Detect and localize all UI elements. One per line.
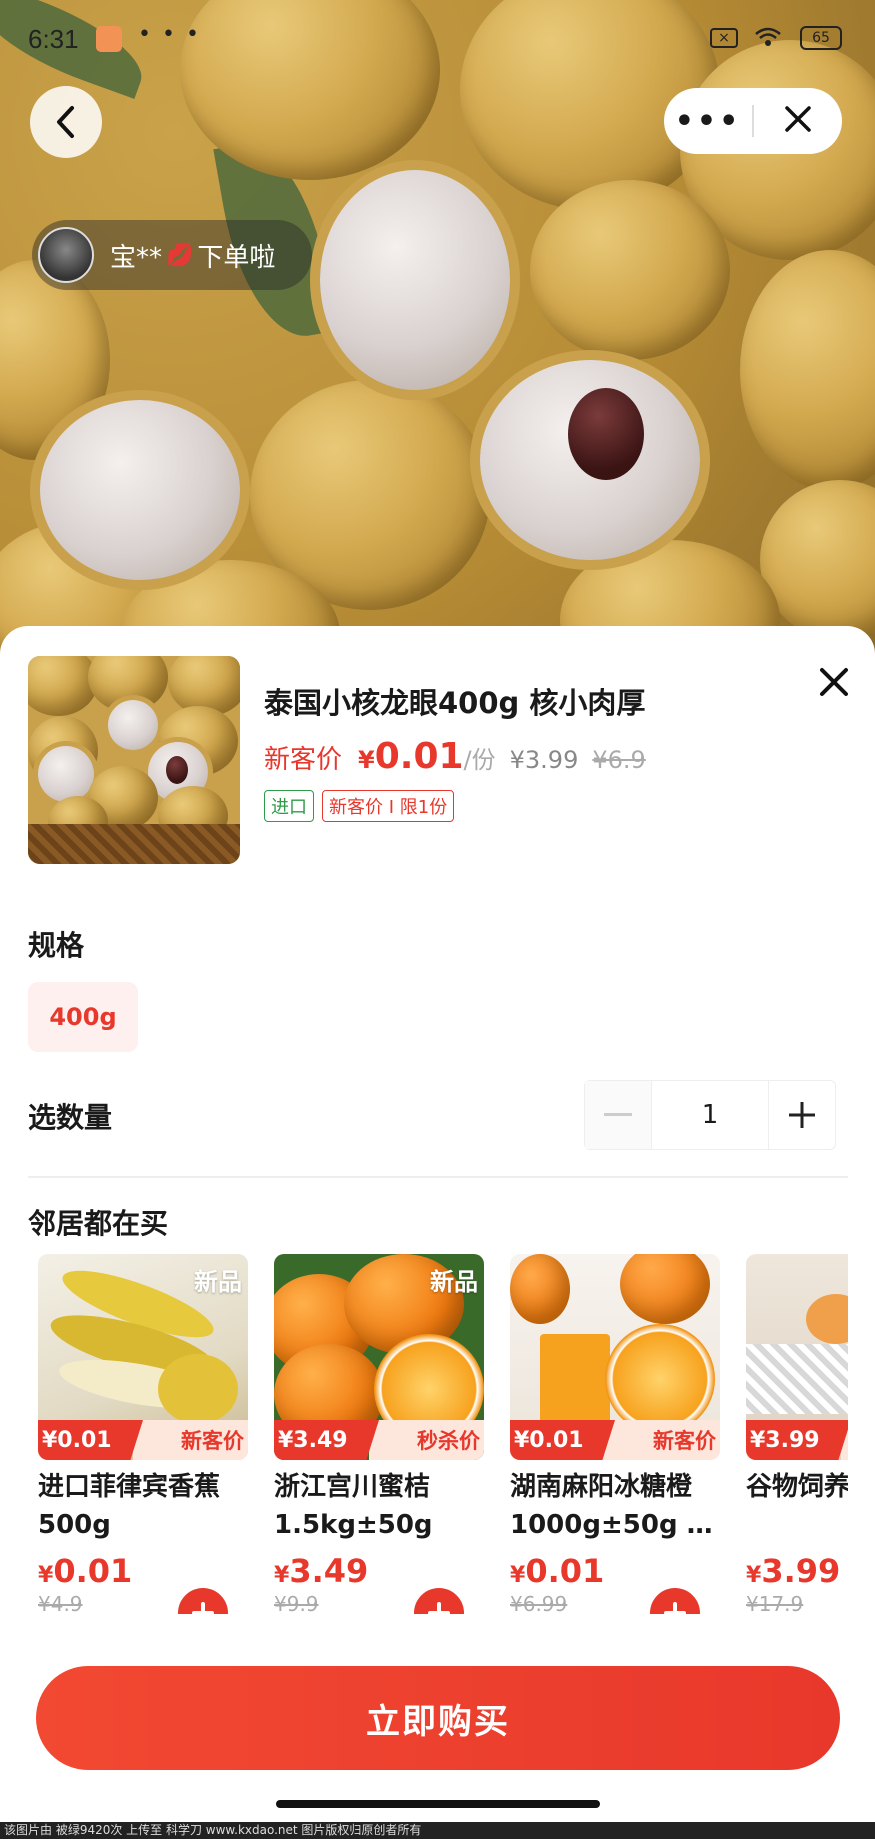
product-old-price: ¥17.9 [746, 1592, 804, 1614]
regular-price: ¥3.99 [509, 746, 579, 774]
new-badge: 新品 [194, 1268, 242, 1296]
notice-user: 宝** [110, 242, 163, 273]
currency-symbol: ¥ [358, 746, 375, 774]
product-thumbnail [28, 656, 240, 864]
product-image: 新品 ¥0.01 新客价 [38, 1254, 248, 1460]
product-name: 进口菲律宾香蕉500g [38, 1472, 221, 1540]
recommend-card[interactable]: ¥3.99 谷物饲养10枚/盒 ¥3.99 ¥17.9 [746, 1254, 848, 1614]
product-image: ¥3.99 [746, 1254, 848, 1460]
mini-program-capsule: ••• [664, 88, 842, 154]
recommend-card[interactable]: ¥0.01 新客价 湖南麻阳冰糖橙1000g±50g … ¥0.01 ¥6.99 [510, 1254, 720, 1614]
avatar [38, 227, 94, 283]
strip-label: 新客价 [605, 1420, 720, 1460]
tag-new-customer-limit: 新客价 I 限1份 [322, 790, 455, 822]
status-bar: 6:31 • • • × 65 [0, 0, 875, 76]
new-badge: 新品 [430, 1268, 478, 1296]
strip-price: ¥3.49 [274, 1420, 379, 1460]
strip-label: 新客价 [133, 1420, 248, 1460]
notice-action: 下单啦 [197, 242, 276, 273]
more-notifications-icon: • • • [138, 22, 201, 47]
chevron-left-icon [57, 106, 74, 138]
decrease-quantity-button[interactable] [585, 1081, 651, 1149]
spec-option-400g[interactable]: 400g [28, 982, 138, 1052]
price-row: 新客价 ¥ 0.01 /份 ¥3.99 ¥6.9 [264, 736, 646, 777]
recommend-card[interactable]: 新品 ¥3.49 秒杀价 浙江宫川蜜桔1.5kg±50g ¥3.49 ¥9.9 [274, 1254, 484, 1614]
product-name: 谷物饲养10枚/盒 [746, 1472, 848, 1502]
close-mini-program-button[interactable] [754, 105, 842, 137]
app-notification-icon [96, 26, 122, 52]
new-customer-price-label: 新客价 [264, 745, 343, 775]
price-unit: /份 [463, 746, 496, 774]
quantity-value[interactable]: 1 [651, 1081, 769, 1149]
back-button[interactable] [30, 86, 102, 158]
tag-import: 进口 [264, 790, 314, 822]
plus-icon [192, 1602, 214, 1614]
wifi-icon [755, 27, 781, 46]
sheet-close-icon[interactable] [814, 662, 854, 702]
strip-price: ¥0.01 [510, 1420, 615, 1460]
increase-quantity-button[interactable] [769, 1081, 835, 1149]
plus-icon [789, 1102, 815, 1128]
close-icon [785, 106, 811, 132]
spec-label: 规格 [28, 929, 85, 962]
product-image: ¥0.01 新客价 [510, 1254, 720, 1460]
battery-indicator: 65 [800, 26, 842, 50]
product-price: ¥0.01 [510, 1552, 605, 1590]
plus-icon [428, 1602, 450, 1614]
recommend-list: 新品 ¥0.01 新客价 进口菲律宾香蕉500g ¥0.01 ¥4.9 新品 ¥… [38, 1254, 848, 1614]
status-time: 6:31 [28, 24, 79, 54]
product-name: 湖南麻阳冰糖橙1000g±50g … [510, 1472, 713, 1540]
strip-price: ¥0.01 [38, 1420, 143, 1460]
sim-icon: × [710, 28, 738, 48]
product-price: ¥3.49 [274, 1552, 369, 1590]
product-price: ¥3.99 [746, 1552, 841, 1590]
recommend-card[interactable]: 新品 ¥0.01 新客价 进口菲律宾香蕉500g ¥0.01 ¥4.9 [38, 1254, 248, 1614]
quantity-label: 选数量 [28, 1101, 113, 1134]
strip-label: 秒杀价 [369, 1420, 484, 1460]
product-name: 浙江宫川蜜桔1.5kg±50g [274, 1472, 433, 1540]
recommend-label: 邻居都在买 [28, 1207, 169, 1240]
kiss-lips-icon: 💋 [166, 242, 194, 268]
current-price: 0.01 [374, 736, 464, 777]
product-image: 新品 ¥3.49 秒杀价 [274, 1254, 484, 1460]
product-title: 泰国小核龙眼400g 核小肉厚 [264, 686, 646, 720]
watermark-footer: 该图片由 被绿9420次 上传至 科学刀 www.kxdao.net 图片版权归… [0, 1822, 875, 1839]
product-price: ¥0.01 [38, 1552, 133, 1590]
order-notice-banner: 宝** 💋 下单啦 [32, 220, 312, 290]
home-indicator [276, 1800, 600, 1808]
product-tags: 进口 新客价 I 限1份 [264, 790, 455, 822]
more-options-button[interactable]: ••• [664, 104, 752, 139]
divider [28, 1176, 848, 1178]
plus-icon [664, 1602, 686, 1614]
quantity-stepper: 1 [584, 1080, 836, 1150]
minus-icon [604, 1113, 632, 1116]
buy-now-button[interactable]: 立即购买 [36, 1666, 840, 1770]
strip-price: ¥3.99 [746, 1420, 848, 1460]
original-price: ¥6.9 [592, 746, 646, 774]
